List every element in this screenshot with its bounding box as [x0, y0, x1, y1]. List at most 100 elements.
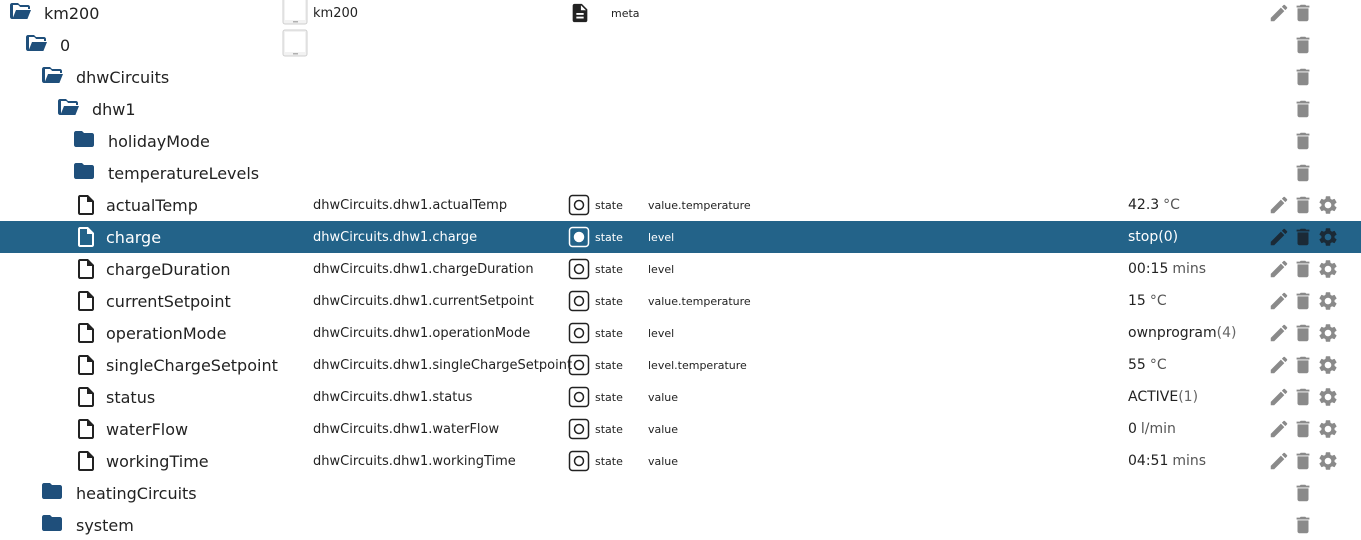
trash-icon[interactable] — [1292, 98, 1314, 120]
object-id: dhwCircuits.dhw1.waterFlow — [313, 421, 500, 437]
tree-row[interactable]: charge dhwCircuits.dhw1.charge state level s… — [0, 221, 1361, 253]
trash-icon[interactable] — [1292, 258, 1314, 280]
pencil-icon[interactable] — [1268, 418, 1290, 440]
pencil-icon[interactable] — [1268, 322, 1290, 344]
object-id: dhwCircuits.dhw1.workingTime — [313, 453, 516, 469]
state-value[interactable]: 0 l/min — [1128, 413, 1176, 445]
object-id: dhwCircuits.dhw1.chargeDuration — [313, 261, 534, 277]
trash-icon[interactable] — [1292, 130, 1314, 152]
tree-row[interactable]: system — [0, 509, 1361, 540]
trash-icon[interactable] — [1292, 482, 1314, 504]
trash-icon[interactable] — [1292, 34, 1314, 56]
object-type: state — [595, 198, 623, 212]
gear-icon[interactable] — [1317, 226, 1339, 248]
tree-row[interactable]: waterFlow dhwCircuits.dhw1.waterFlow state… — [0, 413, 1361, 445]
gear-icon[interactable] — [1317, 258, 1339, 280]
state-value[interactable]: ownprogram (4) — [1128, 317, 1237, 349]
tree-row[interactable]: 0 — [0, 29, 1361, 61]
tree-row[interactable]: currentSetpoint dhwCircuits.dhw1.currentS… — [0, 285, 1361, 317]
gear-icon[interactable] — [1317, 322, 1339, 344]
trash-icon[interactable] — [1292, 66, 1314, 88]
gear-icon[interactable] — [1317, 418, 1339, 440]
tree-item-name[interactable]: actualTemp — [106, 189, 198, 221]
tree-row[interactable]: temperatureLevels — [0, 157, 1361, 189]
state-value[interactable]: 42.3 °C — [1128, 189, 1180, 221]
file-icon — [78, 355, 94, 375]
gear-icon[interactable] — [1317, 290, 1339, 312]
tree-item-name[interactable]: heatingCircuits — [76, 477, 197, 509]
trash-icon[interactable] — [1292, 514, 1314, 536]
pencil-icon[interactable] — [1268, 386, 1290, 408]
value-unit: mins — [1172, 453, 1207, 469]
trash-icon[interactable] — [1292, 322, 1314, 344]
tree-item-name[interactable]: charge — [106, 221, 161, 253]
tree-item-name[interactable]: 0 — [60, 29, 70, 61]
file-icon — [78, 259, 94, 279]
tree-row[interactable]: chargeDuration dhwCircuits.dhw1.chargeDur… — [0, 253, 1361, 285]
trash-icon[interactable] — [1292, 354, 1314, 376]
pencil-icon[interactable] — [1268, 258, 1290, 280]
state-value[interactable]: ACTIVE (1) — [1128, 381, 1198, 413]
trash-icon[interactable] — [1292, 418, 1314, 440]
tree-row[interactable]: operationMode dhwCircuits.dhw1.operationM… — [0, 317, 1361, 349]
object-type: meta — [611, 6, 640, 20]
tree-item-name[interactable]: singleChargeSetpoint — [106, 349, 278, 381]
tree-item-name[interactable]: km200 — [44, 0, 99, 29]
device-icon — [282, 0, 308, 25]
state-value[interactable]: 15 °C — [1128, 285, 1167, 317]
tree-row[interactable]: singleChargeSetpoint dhwCircuits.dhw1.sin… — [0, 349, 1361, 381]
tree-row[interactable]: km200 km200 meta — [0, 0, 1361, 29]
state-type-icon — [568, 258, 590, 280]
file-icon — [78, 227, 94, 247]
tree-row[interactable]: holidayMode — [0, 125, 1361, 157]
tree-item-name[interactable]: dhwCircuits — [76, 61, 169, 93]
trash-icon[interactable] — [1292, 162, 1314, 184]
tree-item-name[interactable]: currentSetpoint — [106, 285, 231, 317]
state-value[interactable]: stop (0) — [1128, 221, 1178, 253]
tree-item-name[interactable]: temperatureLevels — [108, 157, 259, 189]
trash-icon[interactable] — [1292, 450, 1314, 472]
state-value[interactable]: 55 °C — [1128, 349, 1167, 381]
value-text: 0 — [1128, 421, 1137, 437]
tree-item-name[interactable]: status — [106, 381, 155, 413]
tree-row[interactable]: status dhwCircuits.dhw1.status state value A… — [0, 381, 1361, 413]
pencil-icon[interactable] — [1268, 450, 1290, 472]
object-type: state — [595, 294, 623, 308]
tree-row[interactable]: workingTime dhwCircuits.dhw1.workingTime s… — [0, 445, 1361, 477]
tree-item-name[interactable]: operationMode — [106, 317, 226, 349]
state-value[interactable]: 04:51 mins — [1128, 445, 1206, 477]
trash-icon[interactable] — [1292, 2, 1314, 24]
gear-icon[interactable] — [1317, 194, 1339, 216]
pencil-icon[interactable] — [1268, 290, 1290, 312]
pencil-icon[interactable] — [1268, 354, 1290, 376]
tree-row[interactable]: dhwCircuits — [0, 61, 1361, 93]
device-icon — [282, 29, 308, 57]
gear-icon[interactable] — [1317, 450, 1339, 472]
tree-row[interactable]: heatingCircuits — [0, 477, 1361, 509]
trash-icon[interactable] — [1292, 194, 1314, 216]
tree-item-name[interactable]: dhw1 — [92, 93, 136, 125]
pencil-icon[interactable] — [1268, 2, 1290, 24]
state-type-icon — [568, 194, 590, 216]
tree-item-name[interactable]: waterFlow — [106, 413, 188, 445]
object-role: value — [648, 422, 679, 436]
value-code: (1) — [1178, 389, 1199, 405]
trash-icon[interactable] — [1292, 290, 1314, 312]
gear-icon[interactable] — [1317, 354, 1339, 376]
state-type-icon — [568, 450, 590, 472]
trash-icon[interactable] — [1292, 386, 1314, 408]
tree-row[interactable]: actualTemp dhwCircuits.dhw1.actualTemp sta… — [0, 189, 1361, 221]
state-value[interactable]: 00:15 mins — [1128, 253, 1206, 285]
pencil-icon[interactable] — [1268, 226, 1290, 248]
tree-item-name[interactable]: chargeDuration — [106, 253, 231, 285]
gear-icon[interactable] — [1317, 386, 1339, 408]
tree-row[interactable]: dhw1 — [0, 93, 1361, 125]
trash-icon[interactable] — [1292, 226, 1314, 248]
value-text: 04:51 — [1128, 453, 1169, 469]
tree-item-name[interactable]: holidayMode — [108, 125, 210, 157]
state-type-icon — [568, 354, 590, 376]
tree-item-name[interactable]: system — [76, 509, 134, 540]
object-id: dhwCircuits.dhw1.singleChargeSetpoint — [313, 357, 573, 373]
tree-item-name[interactable]: workingTime — [106, 445, 209, 477]
pencil-icon[interactable] — [1268, 194, 1290, 216]
